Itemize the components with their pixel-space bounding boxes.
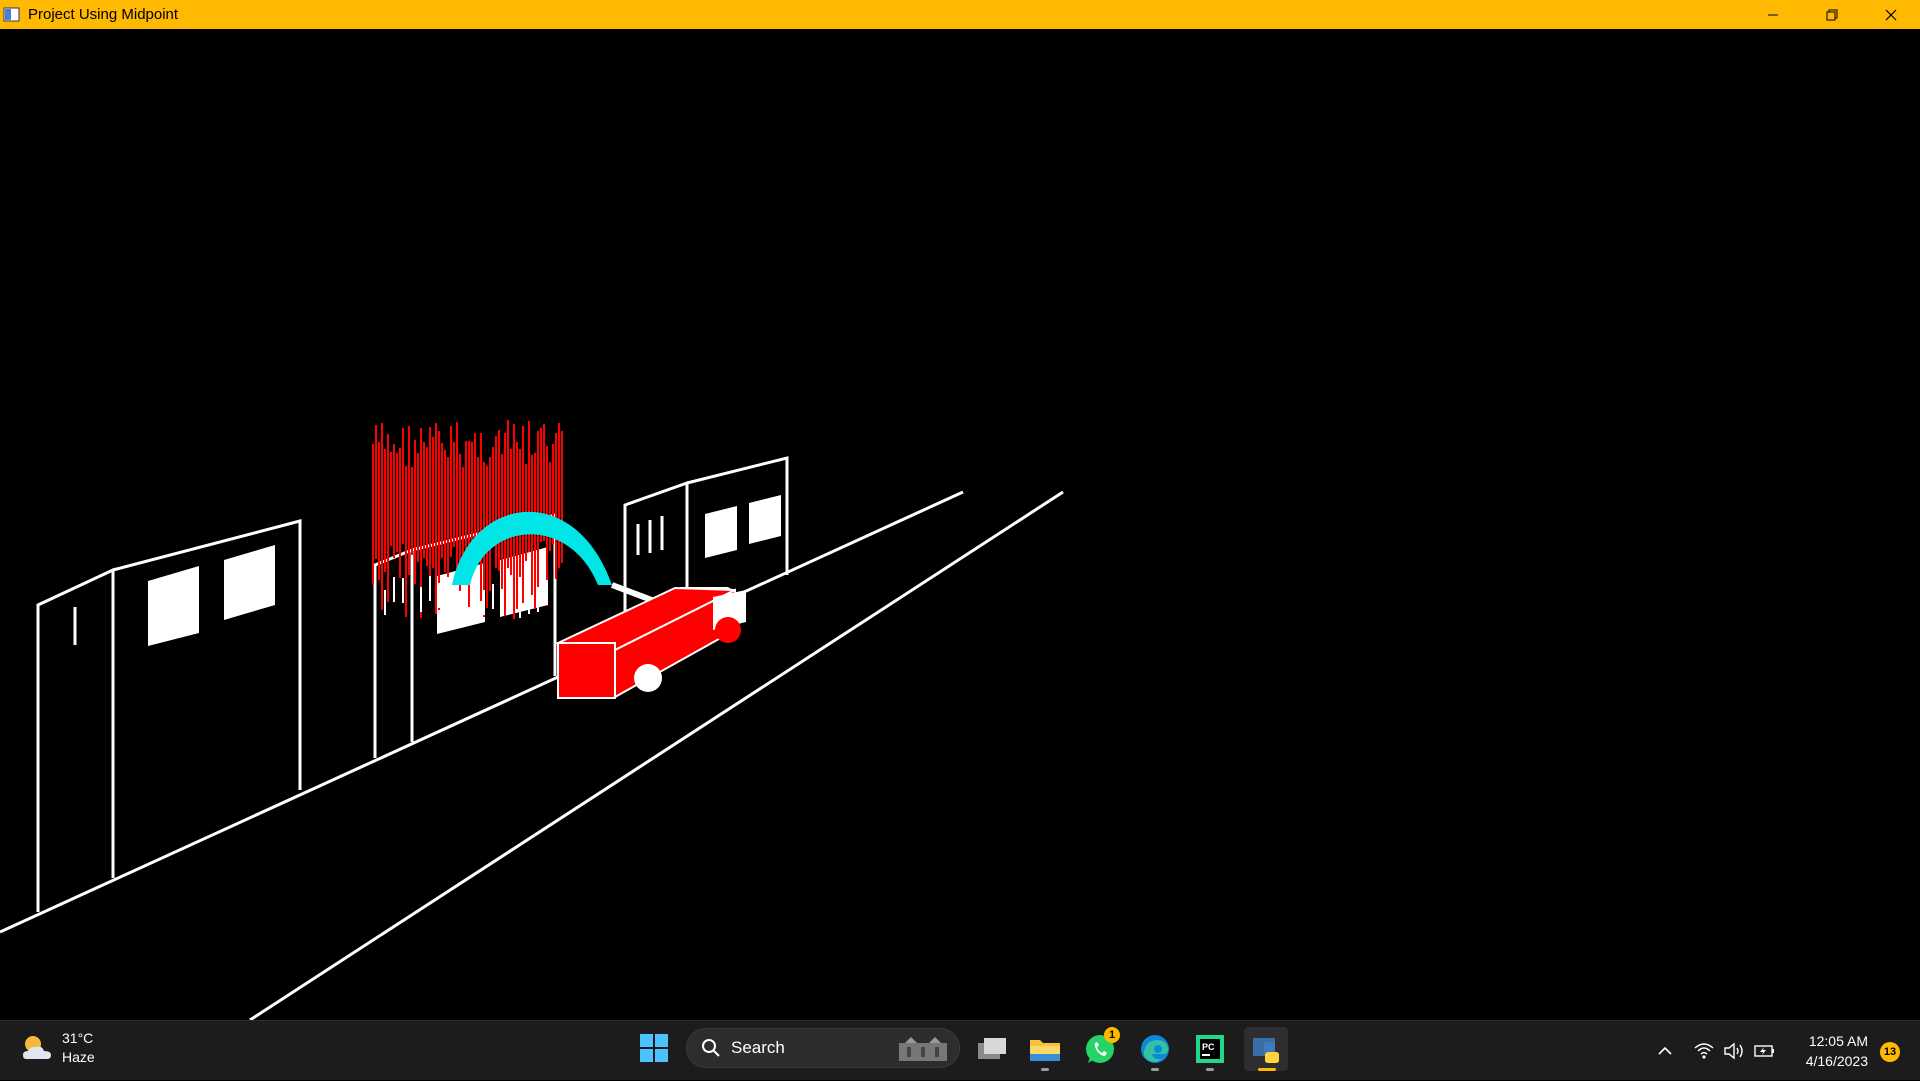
- edge-icon: [1141, 1035, 1169, 1063]
- app-icon: [3, 6, 20, 23]
- start-button[interactable]: [638, 1032, 670, 1064]
- search-icon: [702, 1039, 720, 1057]
- close-button[interactable]: [1861, 0, 1920, 29]
- pycharm-icon: PC: [1196, 1035, 1224, 1063]
- restore-icon: [1826, 9, 1837, 20]
- clock-date: 4/16/2023: [1805, 1053, 1868, 1069]
- python-button[interactable]: [1244, 1027, 1288, 1071]
- close-icon: [1885, 9, 1896, 20]
- battery-button[interactable]: [1752, 1021, 1778, 1081]
- running-indicator: [1041, 1068, 1049, 1071]
- restore-button[interactable]: [1802, 0, 1861, 29]
- folder-icon: [1030, 1040, 1060, 1061]
- whatsapp-button[interactable]: 1: [1078, 1027, 1122, 1071]
- pycharm-button[interactable]: PC: [1188, 1027, 1232, 1071]
- title-bar: Project Using Midpoint: [0, 0, 1920, 29]
- wifi-button[interactable]: [1692, 1021, 1716, 1081]
- search-box[interactable]: Search: [686, 1028, 960, 1068]
- show-hidden-icons-button[interactable]: [1652, 1021, 1678, 1081]
- task-view-icon: [978, 1038, 1006, 1059]
- chevron-up-icon: [1658, 1046, 1672, 1055]
- clock-time: 12:05 AM: [1808, 1033, 1868, 1049]
- clock[interactable]: 12:05 AM 4/16/2023: [1806, 1031, 1868, 1071]
- battery-charging-icon: [1754, 1045, 1774, 1057]
- weather-temp: 31°C: [62, 1030, 94, 1046]
- taskbar: 31°C Haze Search 1 PC 12:05 AM 4/16/2023…: [0, 1020, 1920, 1080]
- svg-text:PC: PC: [1202, 1042, 1215, 1052]
- windows-logo-icon: [640, 1034, 668, 1062]
- weather-condition: Haze: [62, 1049, 95, 1065]
- search-label: Search: [731, 1038, 785, 1057]
- file-explorer-button[interactable]: [1023, 1027, 1067, 1071]
- road-right-edge: [249, 490, 1064, 1022]
- edge-button[interactable]: [1133, 1027, 1177, 1071]
- minimize-icon: [1767, 14, 1778, 15]
- task-view-button[interactable]: [970, 1027, 1014, 1071]
- weather-widget[interactable]: 31°C Haze: [20, 1029, 95, 1067]
- drawing-canvas: [0, 29, 1920, 1022]
- building-near-window: [224, 545, 275, 620]
- notification-badge[interactable]: 13: [1880, 1042, 1900, 1062]
- running-indicator: [1151, 1068, 1159, 1071]
- speaker-icon: [1724, 1042, 1743, 1060]
- running-indicator: [1206, 1068, 1214, 1071]
- running-indicator-active: [1258, 1068, 1276, 1071]
- wifi-icon: [1694, 1043, 1714, 1059]
- volume-button[interactable]: [1722, 1021, 1746, 1081]
- python-icon: [1253, 1038, 1279, 1063]
- search-highlight-icon: [899, 1037, 947, 1061]
- window-title: Project Using Midpoint: [28, 6, 179, 23]
- fire-truck: [554, 582, 746, 699]
- partly-cloudy-icon: [23, 1036, 51, 1059]
- building-near-window: [148, 566, 199, 646]
- building-far-window: [749, 495, 781, 544]
- truck-wheel-rear: [634, 664, 662, 692]
- truck-wheel-front: [715, 617, 741, 643]
- whatsapp-badge: 1: [1104, 1027, 1120, 1043]
- minimize-button[interactable]: [1743, 0, 1802, 29]
- building-far-window: [705, 506, 737, 558]
- scene-svg: [0, 420, 1064, 1022]
